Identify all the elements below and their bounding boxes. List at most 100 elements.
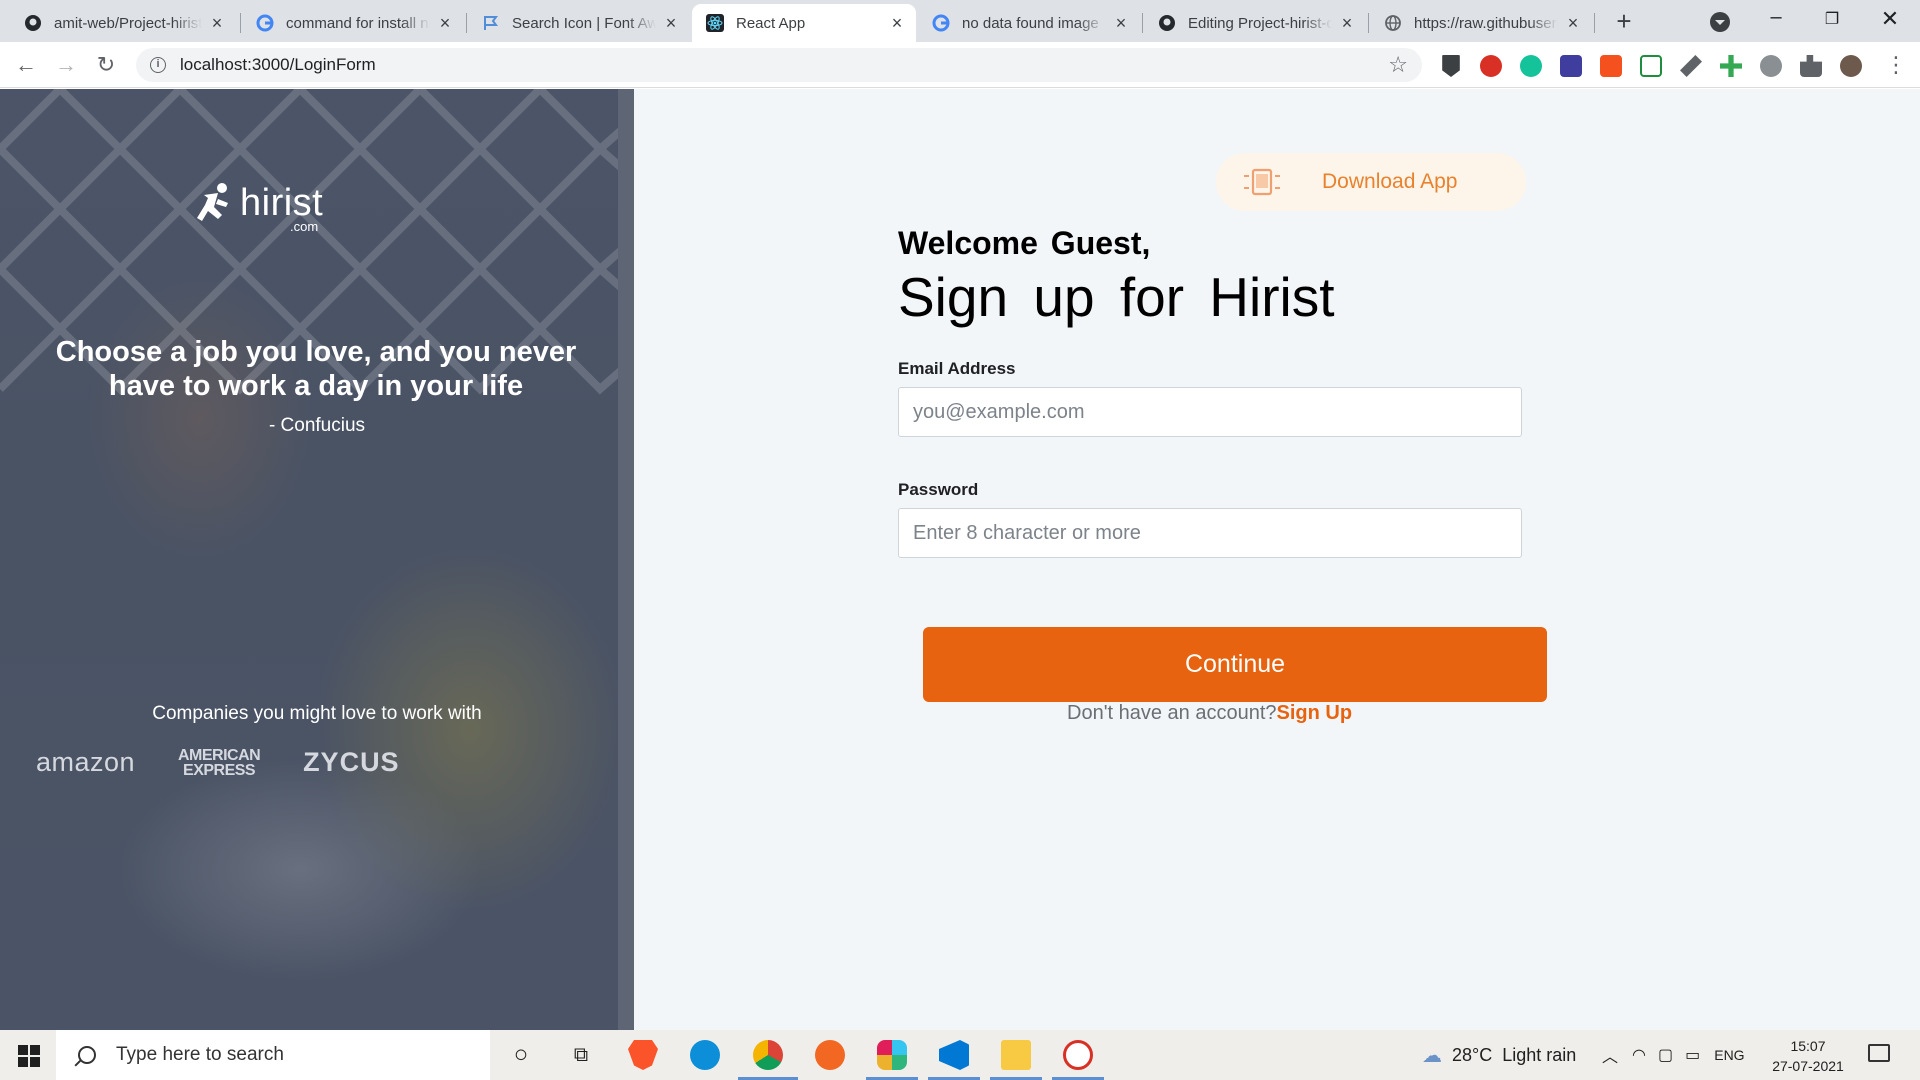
welcome-heading: Welcome Guest,: [898, 225, 1151, 261]
sign-up-link[interactable]: Sign Up: [1277, 702, 1353, 724]
logo-suffix: .com: [290, 219, 319, 234]
back-button[interactable]: ←: [12, 51, 40, 79]
notification-icon[interactable]: [1868, 1044, 1890, 1062]
browser-tab-strip: amit-web/Project-hirist × command for in…: [0, 0, 1920, 42]
weather-text: 28°C Light rain: [1452, 1044, 1577, 1065]
page-title: Sign up for Hirist: [898, 266, 1335, 328]
site-info-icon[interactable]: i: [150, 57, 166, 73]
restore-button[interactable]: ❐: [1814, 6, 1850, 34]
close-icon[interactable]: ×: [662, 14, 680, 32]
taskbar-clock[interactable]: 15:07 27-07-2021: [1768, 1036, 1848, 1076]
continue-button[interactable]: Continue: [923, 627, 1547, 702]
hero-panel: hirist .com Choose a job you love, and y…: [0, 89, 634, 1030]
tab-title: command for install npm: [286, 14, 430, 32]
wifi-icon[interactable]: ◠: [1632, 1045, 1646, 1065]
background-photo: [0, 89, 634, 395]
calendar-extension-icon[interactable]: [1640, 55, 1662, 77]
tray-icons: ︿ ◠ ▢ ▭ ENG: [1602, 1030, 1745, 1080]
language-indicator[interactable]: ENG: [1714, 1047, 1744, 1063]
tab-raw-github[interactable]: https://raw.githubusercontent.com ×: [1370, 4, 1592, 42]
pen-extension-icon[interactable]: [1680, 55, 1702, 77]
forward-button[interactable]: →: [52, 51, 80, 79]
quote-author: - Confucius: [268, 415, 366, 436]
tab-editing-project[interactable]: Editing Project-hirist-client ×: [1144, 4, 1366, 42]
browser-toolbar: ← → ↻ i localhost:3000/LoginForm ☆ ⋮: [0, 42, 1920, 88]
close-icon[interactable]: ×: [436, 14, 454, 32]
close-icon[interactable]: ×: [888, 14, 906, 32]
address-bar[interactable]: i localhost:3000/LoginForm ☆: [136, 48, 1422, 82]
bookmark-star-icon[interactable]: ☆: [1388, 52, 1408, 78]
email-label: Email Address: [898, 359, 1016, 378]
google-icon: [932, 14, 950, 32]
tab-title: Search Icon | Font Awesome: [512, 14, 656, 32]
snipping-tool-icon[interactable]: [1063, 1040, 1093, 1070]
taskbar-search-box[interactable]: Type here to search: [56, 1030, 490, 1080]
chevron-up-icon[interactable]: ︿: [1602, 1043, 1618, 1067]
runner-icon: [197, 183, 228, 221]
chrome-browser-icon[interactable]: [753, 1040, 783, 1070]
avatar[interactable]: [1840, 55, 1862, 77]
email-field[interactable]: [898, 387, 1522, 437]
tab-title: React App: [736, 14, 806, 32]
tab-search-button[interactable]: [1710, 12, 1730, 32]
tab-no-data-found[interactable]: no data found image ×: [918, 4, 1140, 42]
tab-title: Editing Project-hirist-client: [1188, 14, 1332, 32]
globe-icon: [1384, 14, 1402, 32]
companies-heading: Companies you might love to work with: [152, 703, 482, 724]
slack-icon[interactable]: [877, 1040, 907, 1070]
tab-react-app[interactable]: React App ×: [692, 4, 916, 42]
brave-browser-icon[interactable]: [628, 1040, 658, 1070]
close-icon[interactable]: ×: [208, 14, 226, 32]
amazon-logo: amazon: [36, 747, 136, 777]
new-tab-button[interactable]: +: [1610, 8, 1638, 36]
orange-extension-icon[interactable]: [1600, 55, 1622, 77]
minimize-button[interactable]: –: [1758, 6, 1794, 34]
download-app-label: Download App: [1322, 170, 1458, 193]
meet-now-icon[interactable]: ▢: [1658, 1045, 1673, 1065]
github-icon: [24, 14, 42, 32]
grammarly-extension-icon[interactable]: [1520, 55, 1542, 77]
close-icon[interactable]: ×: [1338, 14, 1356, 32]
graduation-cap-extension-icon[interactable]: [1560, 55, 1582, 77]
tab-font-awesome[interactable]: Search Icon | Font Awesome ×: [468, 4, 690, 42]
clock-date: 27-07-2021: [1772, 1058, 1844, 1074]
tab-command-install[interactable]: command for install npm ×: [242, 4, 464, 42]
adblock-extension-icon[interactable]: [1480, 55, 1502, 77]
american-express-logo: AMERICAN EXPRESS: [177, 746, 261, 779]
tab-divider: [1594, 13, 1595, 33]
menu-kebab-icon[interactable]: ⋮: [1882, 51, 1910, 79]
shield-extension-icon[interactable]: [1442, 55, 1460, 77]
taskbar-search-placeholder: Type here to search: [116, 1044, 284, 1065]
fontawesome-flag-icon: [482, 14, 500, 32]
file-explorer-icon[interactable]: [1001, 1040, 1031, 1070]
company-logos: amazon AMERICAN EXPRESS ZYCUS: [36, 747, 434, 778]
close-icon[interactable]: ×: [1564, 14, 1582, 32]
task-view-icon[interactable]: ⧉: [566, 1040, 596, 1070]
battery-icon[interactable]: ▭: [1685, 1045, 1700, 1065]
vscode-icon[interactable]: [939, 1040, 969, 1070]
plus-extension-icon[interactable]: [1720, 55, 1742, 77]
tab-divider: [1368, 13, 1369, 33]
hirist-logo: hirist .com: [192, 181, 323, 234]
no-account-text: Don't have an account?: [1067, 702, 1277, 724]
windows-start-button[interactable]: [18, 1045, 40, 1067]
download-app-button[interactable]: Download App: [1216, 153, 1526, 211]
window-close-button[interactable]: ✕: [1872, 6, 1908, 34]
page-content: hirist .com Choose a job you love, and y…: [0, 89, 1920, 1030]
cortana-icon[interactable]: ○: [506, 1040, 536, 1070]
weather-widget[interactable]: ☁ 28°C Light rain: [1422, 1030, 1576, 1080]
tab-github-project[interactable]: amit-web/Project-hirist ×: [10, 4, 236, 42]
password-field[interactable]: [898, 508, 1522, 558]
github-icon: [1158, 14, 1176, 32]
postman-icon[interactable]: [815, 1040, 845, 1070]
tab-title: amit-web/Project-hirist: [54, 14, 202, 32]
windows-taskbar: Type here to search ○ ⧉ ☁ 28°C Light rai…: [0, 1030, 1920, 1080]
bug-extension-icon[interactable]: [1760, 55, 1782, 77]
cloud-rain-icon: ☁: [1422, 1044, 1442, 1067]
puzzle-icon[interactable]: [1800, 55, 1822, 77]
clock-time: 15:07: [1790, 1038, 1826, 1054]
reload-button[interactable]: ↻: [92, 51, 120, 79]
edge-browser-icon[interactable]: [690, 1040, 720, 1070]
close-icon[interactable]: ×: [1112, 14, 1130, 32]
quote-text: Choose a job you love, and you never hav…: [55, 336, 577, 402]
